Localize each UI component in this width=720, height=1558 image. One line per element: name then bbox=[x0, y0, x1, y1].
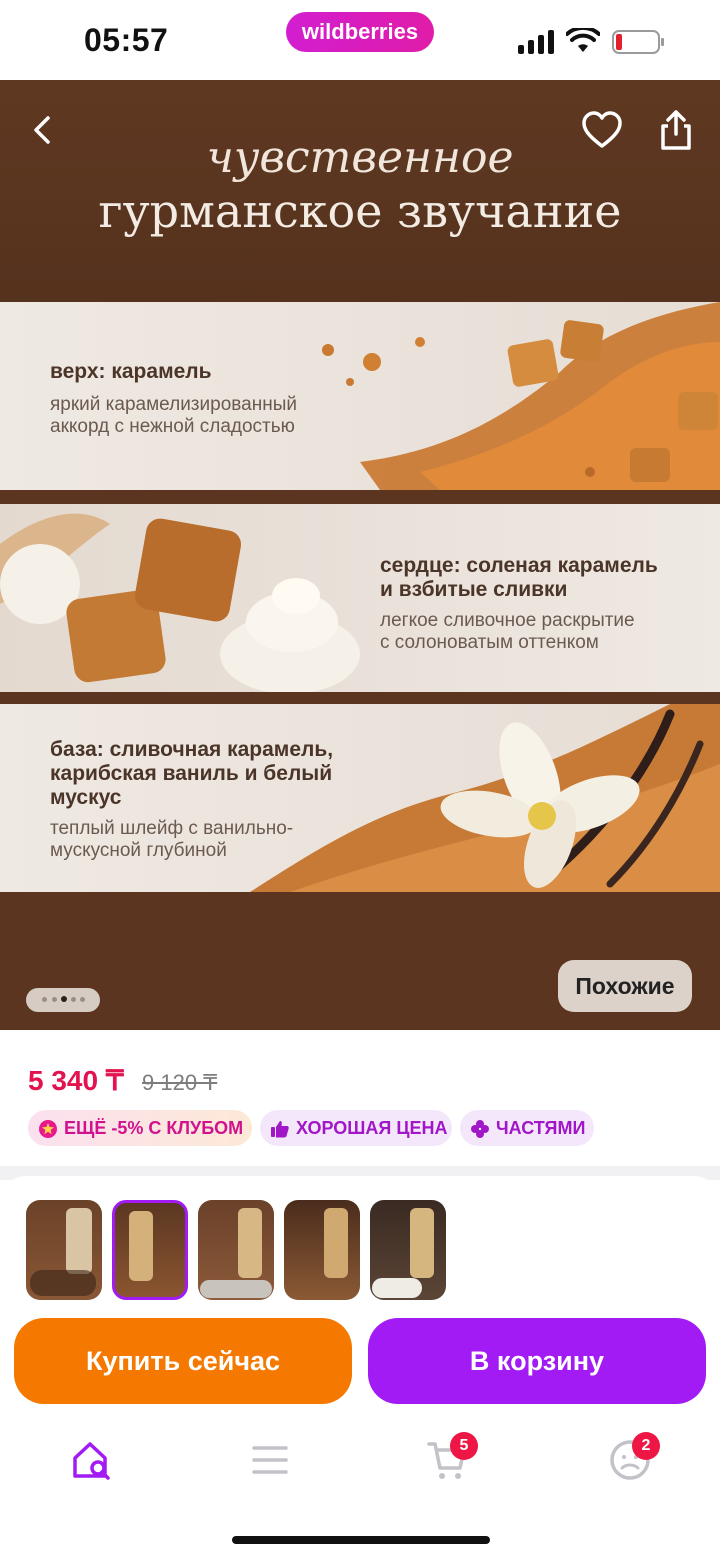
note-base-title-2: карибская ваниль и белый bbox=[50, 762, 333, 785]
good-price-chip[interactable]: ХОРОШАЯ ЦЕНА bbox=[260, 1110, 452, 1146]
wifi-icon bbox=[566, 28, 600, 52]
note-top-text-1: яркий карамелизированный bbox=[50, 394, 297, 415]
variant-thumb[interactable] bbox=[370, 1200, 446, 1300]
note-heart-text-2: с солоноватым оттенком bbox=[380, 632, 599, 653]
menu-icon[interactable] bbox=[250, 1442, 290, 1478]
note-heart-text-1: легкое сливочное раскрытие bbox=[380, 610, 635, 631]
wildberries-badge[interactable]: wildberries bbox=[286, 12, 434, 52]
price-card: 5 340 ₸ 9 120 ₸ ЕЩЁ -5% С КЛУБОМ ХОРОШАЯ… bbox=[0, 1030, 720, 1166]
battery-icon bbox=[612, 30, 664, 54]
variant-thumb[interactable] bbox=[198, 1200, 274, 1300]
caramel-splash-image bbox=[322, 302, 720, 490]
status-bar: 05:57 wildberries bbox=[0, 0, 720, 80]
buy-now-button[interactable]: Купить сейчас bbox=[14, 1318, 352, 1404]
star-icon bbox=[39, 1120, 57, 1139]
thumbs-up-icon bbox=[271, 1121, 289, 1138]
club-discount-label: ЕЩЁ -5% С КЛУБОМ bbox=[64, 1118, 244, 1138]
installments-label: ЧАСТЯМИ bbox=[496, 1118, 586, 1138]
variant-thumb[interactable] bbox=[284, 1200, 360, 1300]
home-search-icon[interactable] bbox=[70, 1438, 114, 1482]
note-top-text-2: аккорд с нежной сладостью bbox=[50, 416, 295, 437]
price: 5 340 ₸ bbox=[28, 1065, 124, 1096]
club-discount-chip[interactable]: ЕЩЁ -5% С КЛУБОМ bbox=[28, 1110, 252, 1146]
action-bar: Купить сейчас В корзину bbox=[0, 1304, 720, 1418]
gallery-pager[interactable] bbox=[26, 988, 100, 1012]
variant-thumb-selected[interactable] bbox=[112, 1200, 188, 1300]
add-to-cart-button[interactable]: В корзину bbox=[368, 1318, 706, 1404]
note-base-title-1: база: сливочная карамель, bbox=[50, 738, 334, 761]
note-panel-top: верх: карамель яркий карамелизированный … bbox=[0, 302, 720, 490]
clover-icon bbox=[471, 1120, 489, 1139]
variant-thumb[interactable] bbox=[26, 1200, 102, 1300]
note-heart-title-2: и взбитые сливки bbox=[380, 578, 568, 601]
old-price: 9 120 ₸ bbox=[142, 1070, 218, 1095]
cart-count-badge: 5 bbox=[450, 1432, 478, 1460]
installments-chip[interactable]: ЧАСТЯМИ bbox=[460, 1110, 594, 1146]
hero-headline-2: гурманское звучание bbox=[98, 184, 622, 238]
home-indicator bbox=[232, 1536, 490, 1544]
signal-icon bbox=[518, 30, 556, 54]
note-base-title-3: мускус bbox=[50, 786, 122, 809]
note-base-text-1: теплый шлейф с ванильно- bbox=[50, 818, 294, 839]
variant-thumbnails bbox=[0, 1176, 720, 1316]
heart-icon[interactable] bbox=[576, 104, 628, 156]
note-base-text-2: мускусной глубиной bbox=[50, 840, 227, 861]
similar-button[interactable]: Похожие bbox=[558, 960, 692, 1012]
note-panel-heart: сердце: соленая карамель и взбитые сливк… bbox=[0, 504, 720, 692]
back-icon[interactable] bbox=[16, 104, 68, 156]
note-top-title: верх: карамель bbox=[50, 360, 212, 383]
good-price-label: ХОРОШАЯ ЦЕНА bbox=[296, 1118, 448, 1138]
vanilla-flower-image bbox=[250, 704, 720, 892]
note-panel-base: база: сливочная карамель, карибская вани… bbox=[0, 704, 720, 892]
clock: 05:57 bbox=[84, 22, 169, 58]
product-image-gallery[interactable]: чувственное гурманское звучание верх: ка… bbox=[0, 80, 720, 1040]
profile-notification-badge: 2 bbox=[632, 1432, 660, 1460]
share-icon[interactable] bbox=[650, 104, 702, 156]
note-heart-title-1: сердце: соленая карамель bbox=[380, 554, 658, 577]
salted-caramel-cream-image bbox=[0, 513, 360, 692]
